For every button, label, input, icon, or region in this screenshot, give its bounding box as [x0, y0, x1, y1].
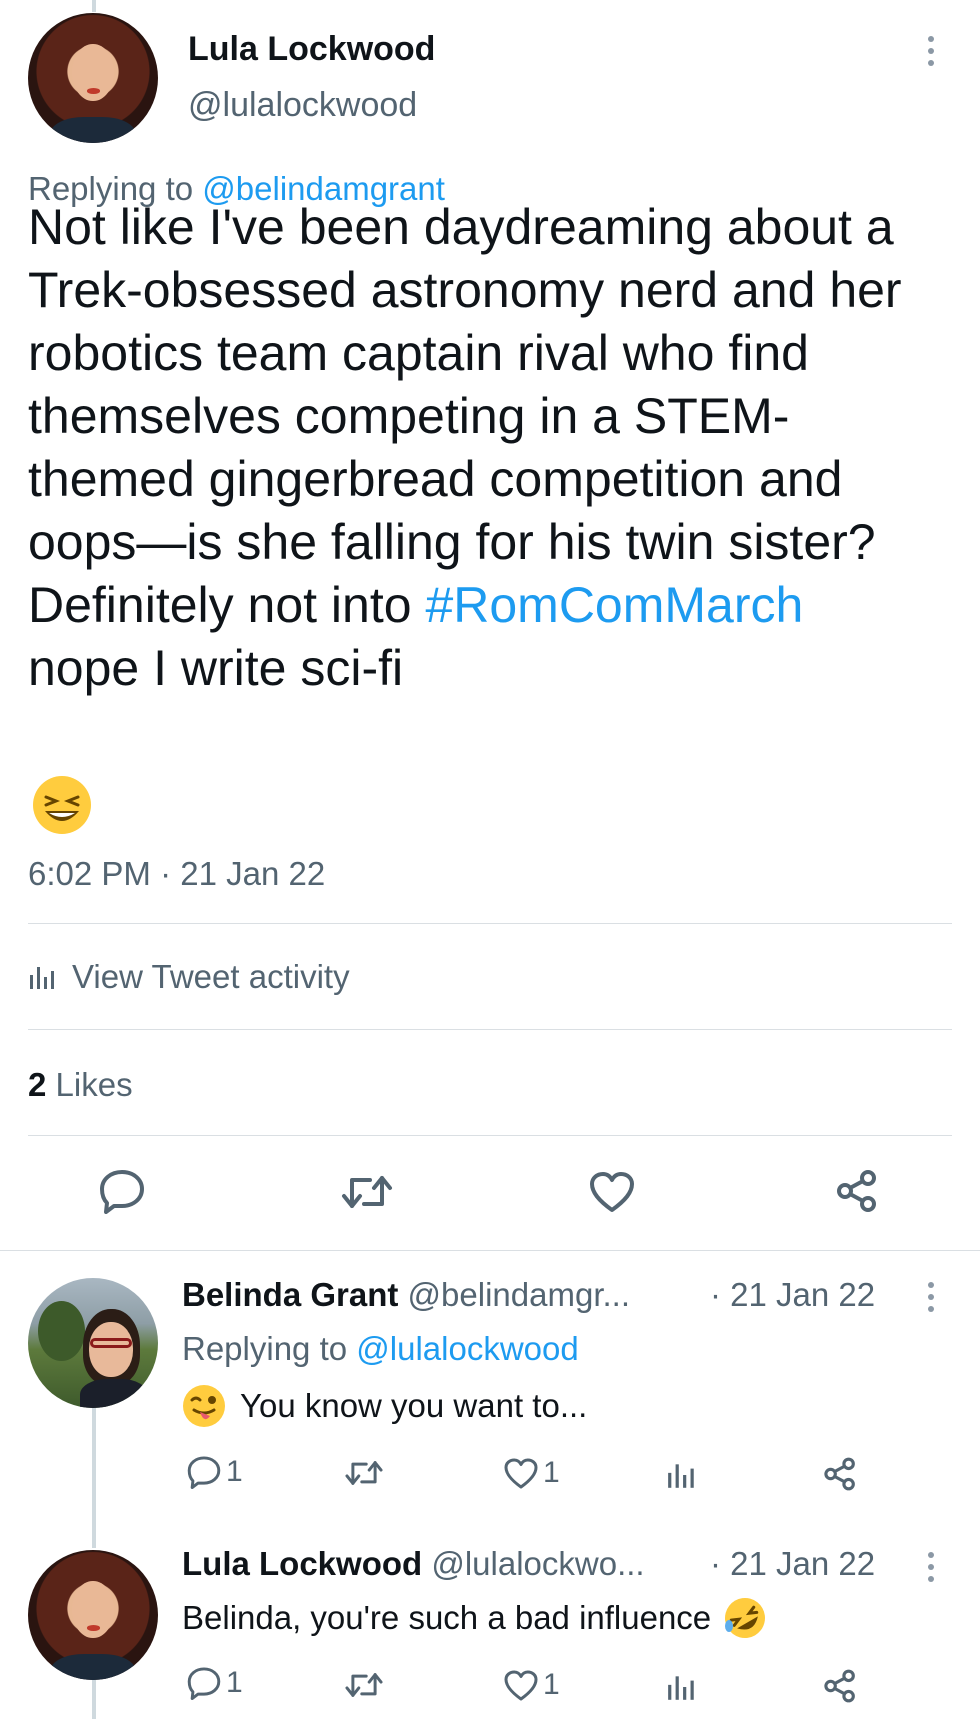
- like-button[interactable]: 1: [503, 1456, 560, 1490]
- thread-line-top: [92, 0, 96, 12]
- retweet-button[interactable]: [344, 1670, 384, 1700]
- retweet-icon: [342, 1176, 392, 1208]
- reply-header: Belinda Grant @belindamgr...: [182, 1276, 630, 1314]
- view-tweet-activity[interactable]: View Tweet activity: [28, 958, 350, 996]
- divider: [28, 923, 952, 924]
- share-button[interactable]: [822, 1668, 858, 1704]
- analytics-icon: [668, 1464, 694, 1488]
- reply-text: You know you want to...: [182, 1384, 587, 1428]
- avatar-shirt: [51, 117, 135, 143]
- share-icon: [824, 1669, 855, 1703]
- divider: [28, 1029, 952, 1030]
- share-button[interactable]: [822, 1456, 858, 1492]
- reply-author-handle[interactable]: @lulalockwo...: [431, 1545, 644, 1582]
- like-icon: [590, 1172, 634, 1212]
- more-options-icon[interactable]: [924, 1552, 938, 1582]
- reply-author-handle[interactable]: @belindamgr...: [408, 1276, 630, 1313]
- like-button[interactable]: 1: [503, 1668, 560, 1702]
- reply-button[interactable]: [98, 1168, 146, 1214]
- rofl-emoji: [725, 1598, 766, 1638]
- thread-line-bottom: [92, 1680, 96, 1719]
- hashtag-link[interactable]: #RomComMarch: [425, 577, 803, 633]
- reply-icon: [187, 1456, 221, 1489]
- analytics-icon: [30, 967, 54, 989]
- like-icon: [504, 1670, 538, 1700]
- avatar-lips: [86, 88, 100, 94]
- reply-text: Belinda, you're such a bad influence: [182, 1596, 767, 1640]
- retweet-button[interactable]: [340, 1172, 394, 1212]
- likes-stat[interactable]: 2 Likes: [28, 1066, 133, 1104]
- tweet-timestamp[interactable]: 6:02 PM · 21 Jan 22: [28, 855, 325, 893]
- reply-text-body: You know you want to...: [240, 1387, 588, 1424]
- retweet-button[interactable]: [344, 1458, 384, 1488]
- like-icon: [504, 1458, 538, 1488]
- avatar[interactable]: [28, 13, 158, 143]
- avatar-face: [89, 1322, 134, 1377]
- laughing-emoji: [32, 775, 92, 835]
- tweet-text: Not like I've been daydreaming about a T…: [28, 196, 928, 700]
- retweet-icon: [345, 1673, 383, 1697]
- more-options-icon[interactable]: [924, 1282, 938, 1312]
- reply-replying-to: Replying to @lulalockwood: [182, 1330, 579, 1368]
- avatar-shirt: [51, 1654, 135, 1680]
- reply-icon: [100, 1170, 144, 1214]
- likes-label: Likes: [55, 1066, 133, 1103]
- share-icon: [837, 1170, 876, 1212]
- share-icon: [824, 1457, 855, 1491]
- reply-icon: [187, 1667, 221, 1700]
- reply-author-name[interactable]: Lula Lockwood: [182, 1545, 422, 1582]
- reply-text-body: Belinda, you're such a bad influence: [182, 1599, 712, 1636]
- winking-tongue-emoji: [183, 1385, 225, 1427]
- reply-author-name[interactable]: Belinda Grant: [182, 1276, 398, 1313]
- likes-count: 2: [28, 1066, 47, 1103]
- like-count: 1: [543, 1456, 560, 1489]
- avatar-shirt: [80, 1379, 148, 1408]
- avatar-glasses: [90, 1337, 132, 1349]
- divider: [0, 1250, 980, 1251]
- like-button[interactable]: [588, 1170, 636, 1214]
- activity-label: View Tweet activity: [72, 958, 350, 995]
- thread-line-replies: [92, 1408, 96, 1548]
- reply-count: 1: [226, 1455, 243, 1488]
- analytics-icon: [668, 1676, 694, 1700]
- reply-date[interactable]: · 21 Jan 22: [710, 1545, 875, 1583]
- divider: [28, 1135, 952, 1136]
- replying-to-link[interactable]: @lulalockwood: [356, 1330, 578, 1367]
- avatar[interactable]: [28, 1550, 158, 1680]
- author-handle[interactable]: @lulalockwood: [188, 86, 417, 125]
- more-options-icon[interactable]: [924, 36, 938, 66]
- author-name[interactable]: Lula Lockwood: [188, 30, 435, 69]
- retweet-icon: [345, 1461, 383, 1485]
- share-button[interactable]: [834, 1168, 880, 1214]
- avatar[interactable]: [28, 1278, 158, 1408]
- replying-prefix: Replying to: [182, 1330, 348, 1367]
- like-count: 1: [543, 1668, 560, 1701]
- reply-date[interactable]: · 21 Jan 22: [710, 1276, 875, 1314]
- tweet-text-body: Not like I've been daydreaming about a T…: [28, 199, 902, 633]
- analytics-button[interactable]: [666, 1672, 698, 1702]
- avatar-tree: [38, 1301, 86, 1362]
- avatar-lips: [86, 1625, 100, 1631]
- reply-button[interactable]: 1: [186, 1455, 243, 1489]
- tweet-text-tail: nope I write sci-fi: [28, 640, 404, 696]
- analytics-button[interactable]: [666, 1460, 698, 1490]
- reply-button[interactable]: 1: [186, 1666, 243, 1700]
- reply-header: Lula Lockwood @lulalockwo...: [182, 1545, 645, 1583]
- reply-count: 1: [226, 1666, 243, 1699]
